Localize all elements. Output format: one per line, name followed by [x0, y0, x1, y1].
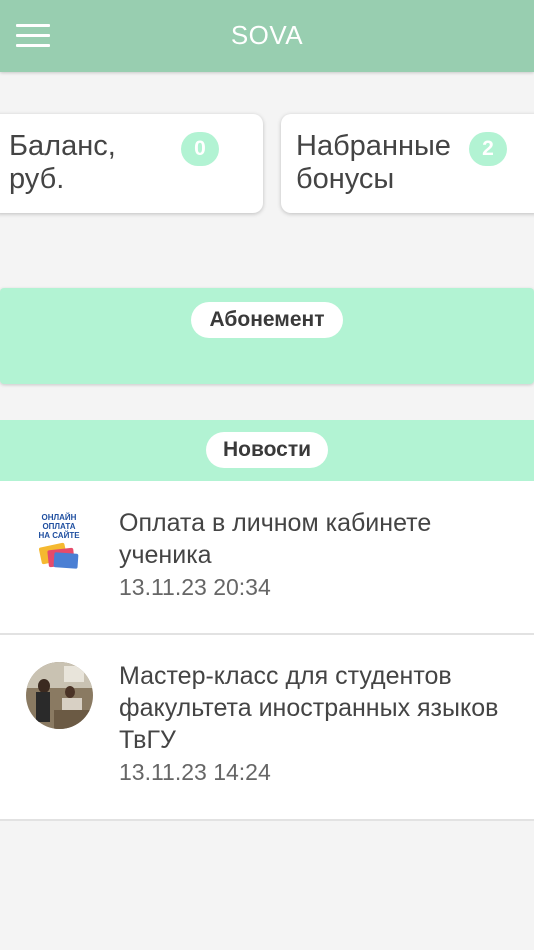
- online-payment-thumbnail: ОНЛАЙН ОПЛАТА НА САЙТЕ: [26, 507, 93, 574]
- subscription-heading: Абонемент: [191, 302, 343, 338]
- news-section-header: Новости: [0, 420, 534, 481]
- balance-card[interactable]: Баланс, руб. 0: [0, 114, 263, 213]
- balance-badge: 0: [181, 132, 219, 166]
- news-item[interactable]: ОНЛАЙН ОПЛАТА НА САЙТЕ Оплата в личном к…: [0, 481, 534, 635]
- bonuses-label: Набранные бонусы: [296, 130, 451, 195]
- balance-label: Баланс, руб.: [9, 130, 116, 195]
- news-text: Оплата в личном кабинете ученика 13.11.2…: [119, 507, 514, 601]
- thumb-text-3: НА САЙТЕ: [38, 531, 80, 540]
- app-title: SOVA: [230, 20, 304, 50]
- app-bar: SOVA: [0, 0, 534, 72]
- news-date: 13.11.23 14:24: [119, 759, 271, 785]
- news-title: Оплата в личном кабинете ученика: [119, 509, 432, 569]
- bonuses-card[interactable]: Набранные бонусы 2: [281, 114, 534, 213]
- subscription-section[interactable]: Абонемент: [0, 288, 534, 384]
- thumb-text-1: ОНЛАЙН: [42, 513, 77, 522]
- thumb-text-2: ОПЛАТА: [42, 522, 75, 531]
- master-class-photo: [26, 662, 93, 729]
- news-heading: Новости: [206, 432, 328, 468]
- bonuses-badge: 2: [469, 132, 507, 166]
- news-text: Мастер-класс для студентов факультета ин…: [119, 660, 519, 786]
- news-date: 13.11.23 20:34: [119, 574, 271, 600]
- news-title: Мастер-класс для студентов факультета ин…: [119, 662, 499, 754]
